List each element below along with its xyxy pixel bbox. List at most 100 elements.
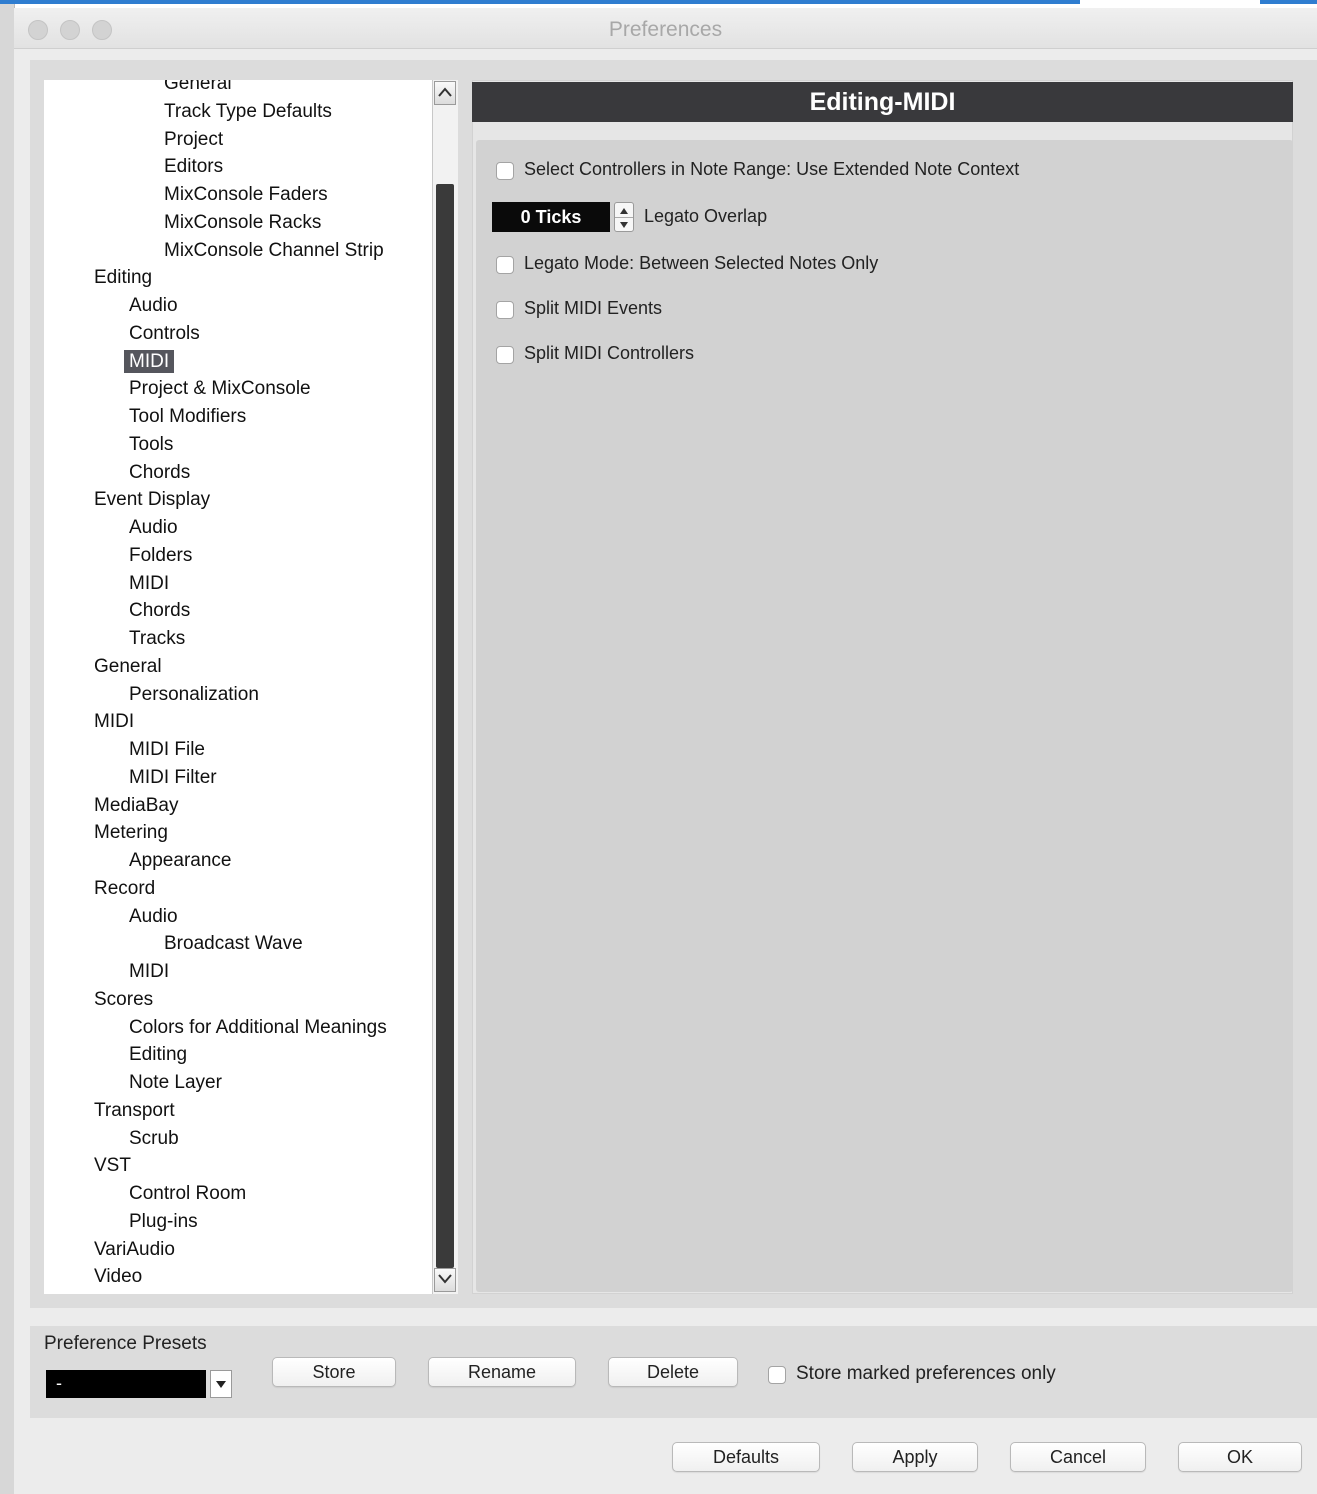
tree-item[interactable]: Project & MixConsole <box>129 377 311 401</box>
tree-item[interactable]: General <box>164 80 232 96</box>
tree-item[interactable]: Scores <box>94 988 153 1012</box>
scroll-thumb[interactable] <box>436 184 454 1268</box>
preferences-tree[interactable]: General Track Type Defaults Project Editors… <box>44 80 432 1294</box>
tree-item[interactable]: Editing <box>94 266 152 290</box>
tree-item-label: Broadcast Wave <box>164 933 303 955</box>
tree-item[interactable]: Video <box>94 1265 142 1289</box>
tree-item[interactable]: MIDI <box>94 710 134 734</box>
presets-label: Preference Presets <box>44 1333 207 1354</box>
tree-item-label: Editors <box>164 156 224 178</box>
tree-item[interactable]: MIDI <box>124 349 175 374</box>
ok-button[interactable]: OK <box>1178 1442 1302 1472</box>
tree-item[interactable]: Scrub <box>129 1127 179 1151</box>
delete-button[interactable]: Delete <box>608 1357 738 1387</box>
legato-mode-checkbox[interactable] <box>496 256 514 274</box>
tree-item[interactable]: Audio <box>129 294 178 318</box>
tree-item-label: Audio <box>129 905 178 927</box>
tree-item[interactable]: Tools <box>129 433 173 457</box>
tree-item[interactable]: Chords <box>129 461 190 485</box>
legato-overlap-field[interactable]: 0 Ticks <box>492 202 610 232</box>
tree-item-label: MixConsole Racks <box>164 211 322 233</box>
rename-button[interactable]: Rename <box>428 1357 576 1387</box>
tree-item-label: Tools <box>129 433 174 455</box>
tree-item[interactable]: Audio <box>129 516 178 540</box>
tree-item[interactable]: Note Layer <box>129 1071 222 1095</box>
tree-item[interactable]: MIDI <box>129 960 169 984</box>
tree-item-label: Control Room <box>129 1183 247 1204</box>
tree-item-label: MIDI <box>129 961 170 982</box>
legato-overlap-stepper[interactable] <box>614 202 634 232</box>
split-midi-controllers-label: Split MIDI Controllers <box>524 343 695 363</box>
split-midi-events-checkbox[interactable] <box>496 301 514 319</box>
tree-item-label: MIDI File <box>129 739 205 760</box>
tree-item-label: Editing <box>129 1044 188 1066</box>
tree-item[interactable]: Personalization <box>129 683 259 707</box>
tree-item-label: Folders <box>129 544 193 566</box>
chevron-down-icon <box>438 1274 452 1284</box>
tree-item[interactable]: Track Type Defaults <box>164 100 332 124</box>
tree-item[interactable]: Editors <box>164 155 223 179</box>
tree-item-label: MIDI <box>124 349 175 373</box>
tree-item[interactable]: MIDI <box>129 572 169 596</box>
tree-item[interactable]: Broadcast Wave <box>164 932 303 956</box>
split-midi-controllers-checkbox[interactable] <box>496 346 514 364</box>
tree-item[interactable]: VariAudio <box>94 1238 175 1262</box>
preset-select[interactable]: - <box>46 1370 206 1398</box>
tree-item[interactable]: Record <box>94 877 155 901</box>
title-bar[interactable]: Preferences <box>14 8 1317 49</box>
tree-item[interactable]: Transport <box>94 1099 175 1123</box>
tree-item[interactable]: MixConsole Racks <box>164 211 321 235</box>
preset-dropdown-button[interactable] <box>210 1370 232 1398</box>
tree-item-label: Editing <box>94 267 153 289</box>
tree-item[interactable]: Tool Modifiers <box>129 405 246 429</box>
defaults-button[interactable]: Defaults <box>672 1442 820 1472</box>
tree-item-label: Metering <box>94 822 168 844</box>
tree-item-label: MIDI <box>94 711 135 733</box>
tree-item[interactable]: Editing <box>129 1043 187 1067</box>
tree-item[interactable]: MixConsole Channel Strip <box>164 239 384 263</box>
tree-item-label: MediaBay <box>94 794 179 816</box>
tree-item[interactable]: MixConsole Faders <box>164 183 328 207</box>
cancel-button[interactable]: Cancel <box>1010 1442 1146 1472</box>
store-marked-checkbox[interactable] <box>768 1366 786 1384</box>
tree-item[interactable]: Control Room <box>129 1182 246 1206</box>
scroll-down-button[interactable] <box>434 1268 456 1292</box>
tree-item-label: Event Display <box>94 489 211 511</box>
tree-item[interactable]: Controls <box>129 322 200 346</box>
scroll-up-button[interactable] <box>434 81 456 105</box>
tree-item-label: Plug-ins <box>129 1210 198 1232</box>
tree-scrollbar[interactable] <box>432 80 458 1294</box>
tree-item[interactable]: Chords <box>129 599 190 623</box>
tree-item[interactable]: MIDI Filter <box>129 766 217 790</box>
legato-mode-label: Legato Mode: Between Selected Notes Only <box>524 253 879 273</box>
split-midi-events-label: Split MIDI Events <box>524 298 663 318</box>
tree-item-label: VST <box>94 1155 131 1177</box>
tree-item[interactable]: Event Display <box>94 488 210 512</box>
select-controllers-label: Select Controllers in Note Range: Use Ex… <box>524 159 1020 179</box>
tree-item[interactable]: VST <box>94 1154 131 1178</box>
tree-item[interactable]: Plug-ins <box>129 1210 198 1234</box>
tree-item[interactable]: Folders <box>129 544 192 568</box>
tree-item-label: Video <box>94 1266 143 1288</box>
tree-item-label: Record <box>94 877 156 899</box>
tree-item[interactable]: Audio <box>129 905 178 929</box>
tree-item-label: VariAudio <box>94 1238 175 1260</box>
tree-item-label: Tracks <box>129 628 186 649</box>
tree-item[interactable]: Tracks <box>129 627 185 651</box>
tree-item-label: Scrub <box>129 1127 179 1149</box>
select-controllers-checkbox[interactable] <box>496 162 514 180</box>
apply-button[interactable]: Apply <box>852 1442 978 1472</box>
section-title: Editing-MIDI <box>472 82 1293 122</box>
window-title: Preferences <box>608 18 723 41</box>
tree-item[interactable]: General <box>94 655 162 679</box>
tree-item[interactable]: Project <box>164 128 223 152</box>
tree-item-label: Scores <box>94 988 154 1010</box>
tree-item-label: Controls <box>129 322 200 344</box>
tree-item[interactable]: Colors for Additional Meanings <box>129 1016 387 1040</box>
store-button[interactable]: Store <box>272 1357 396 1387</box>
stepper-arrows-icon <box>620 208 628 228</box>
tree-item[interactable]: MIDI File <box>129 738 205 762</box>
tree-item[interactable]: Appearance <box>129 849 231 873</box>
tree-item[interactable]: Metering <box>94 821 168 845</box>
tree-item[interactable]: MediaBay <box>94 794 179 818</box>
